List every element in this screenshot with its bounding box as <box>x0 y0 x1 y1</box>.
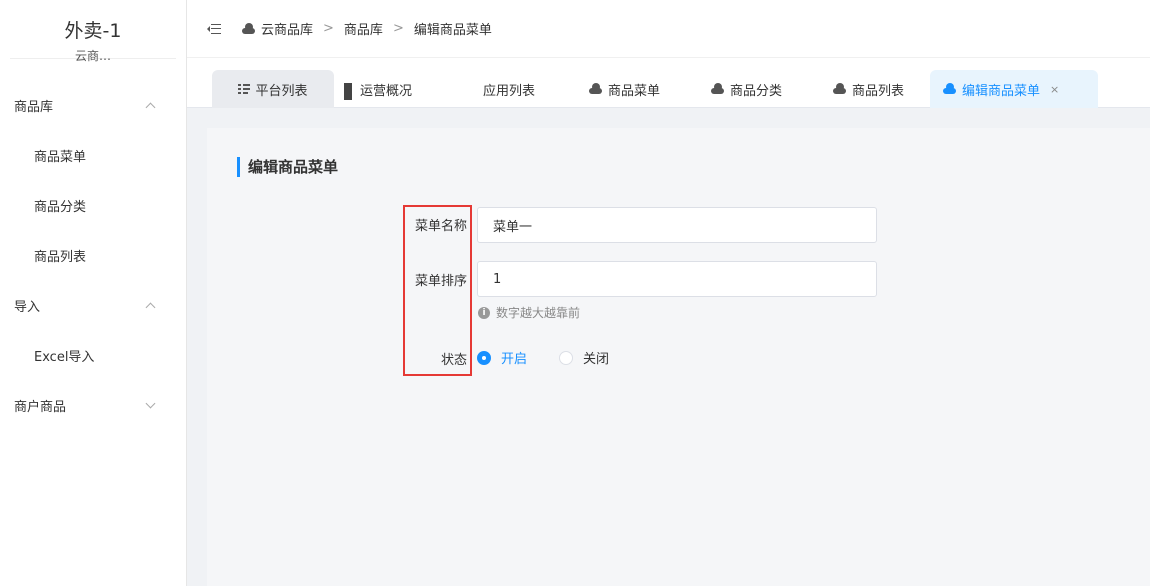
status-radio-on[interactable]: 开启 <box>477 348 527 367</box>
tab-bar: 平台列表 运营概况 应用列表 商品菜单 商品分类 商品列表 编辑商品菜单 × <box>187 59 1150 108</box>
cloud-icon <box>942 83 957 94</box>
sidebar-item-excel-import[interactable]: Excel导入 <box>0 330 186 380</box>
radio-label: 开启 <box>501 352 528 367</box>
apps-icon <box>466 83 478 95</box>
breadcrumb-separator: > <box>392 21 404 36</box>
breadcrumb-separator: > <box>323 21 334 36</box>
menu-sort-input[interactable]: 1 <box>477 261 877 297</box>
chevron-down-icon <box>145 398 156 408</box>
cloud-icon <box>588 83 603 94</box>
radio-unselected-icon <box>559 350 573 365</box>
breadcrumb-item[interactable]: 云商品库 <box>261 19 313 38</box>
tab-label: 平台列表 <box>255 83 308 99</box>
breadcrumb: 云商品库 > 商品库 > 编辑商品菜单 <box>241 19 492 38</box>
sidebar-item-product-menu[interactable]: 商品菜单 <box>0 130 186 180</box>
tab-product-menu[interactable]: 商品菜单 <box>576 70 672 108</box>
chevron-up-icon <box>145 102 156 112</box>
cloud-icon <box>710 83 725 94</box>
tab-label: 应用列表 <box>483 83 536 99</box>
tab-label: 运营概况 <box>360 83 413 99</box>
menu-group-product-library[interactable]: 商品库 <box>0 80 186 130</box>
cloud-icon <box>241 22 256 34</box>
menu-group-label: 商户商品 <box>14 399 67 415</box>
grid-icon <box>344 82 355 100</box>
sidebar: 外卖-1 云商… 商品库 商品菜单 商品分类 商品列表 导入 Excel导入 商… <box>0 0 187 586</box>
tab-app-list[interactable]: 应用列表 <box>454 70 547 108</box>
radio-label: 关闭 <box>583 352 610 367</box>
breadcrumb-item-current: 编辑商品菜单 <box>413 23 492 38</box>
tab-label: 商品分类 <box>730 83 783 99</box>
sort-hint: i 数字越大越靠前 <box>478 304 580 321</box>
tab-product-category[interactable]: 商品分类 <box>698 70 794 108</box>
highlight-box <box>403 205 472 376</box>
collapse-sidebar-icon[interactable] <box>207 23 221 35</box>
sidebar-item-product-category[interactable]: 商品分类 <box>0 180 186 230</box>
page-title: 编辑商品菜单 <box>237 157 338 177</box>
tab-operations-overview[interactable]: 运营概况 <box>332 70 424 108</box>
tab-label: 编辑商品菜单 <box>962 83 1041 99</box>
tab-label: 商品列表 <box>852 83 905 99</box>
hint-text: 数字越大越靠前 <box>496 306 581 320</box>
app-subtitle: 云商… <box>74 49 111 63</box>
tab-label: 商品菜单 <box>608 83 661 99</box>
brand: 外卖-1 云商… <box>0 0 186 63</box>
menu-group-label: 导入 <box>14 299 41 315</box>
sidebar-item-product-list[interactable]: 商品列表 <box>0 230 186 280</box>
menu-group-import[interactable]: 导入 <box>0 280 186 330</box>
cloud-icon <box>832 83 847 94</box>
close-icon[interactable]: × <box>1050 83 1059 96</box>
form-card <box>207 128 1150 586</box>
radio-selected-icon <box>477 350 491 365</box>
chevron-up-icon <box>145 302 156 312</box>
menu-group-merchant-products[interactable]: 商户商品 <box>0 380 186 430</box>
menu-group-label: 商品库 <box>14 99 54 115</box>
status-radio-off[interactable]: 关闭 <box>559 348 609 367</box>
tab-product-list[interactable]: 商品列表 <box>820 70 916 108</box>
list-icon <box>238 84 251 94</box>
header: 云商品库 > 商品库 > 编辑商品菜单 <box>187 0 1150 58</box>
menu-name-input[interactable]: 菜单一 <box>477 207 877 243</box>
sidebar-menu: 商品库 商品菜单 商品分类 商品列表 导入 Excel导入 商户商品 <box>0 80 186 430</box>
tab-platform-list[interactable]: 平台列表 <box>212 70 334 108</box>
info-icon: i <box>478 306 490 319</box>
breadcrumb-item[interactable]: 商品库 <box>344 19 383 38</box>
app-name: 外卖-1 <box>64 20 122 42</box>
tab-edit-product-menu[interactable]: 编辑商品菜单 × <box>930 70 1098 108</box>
